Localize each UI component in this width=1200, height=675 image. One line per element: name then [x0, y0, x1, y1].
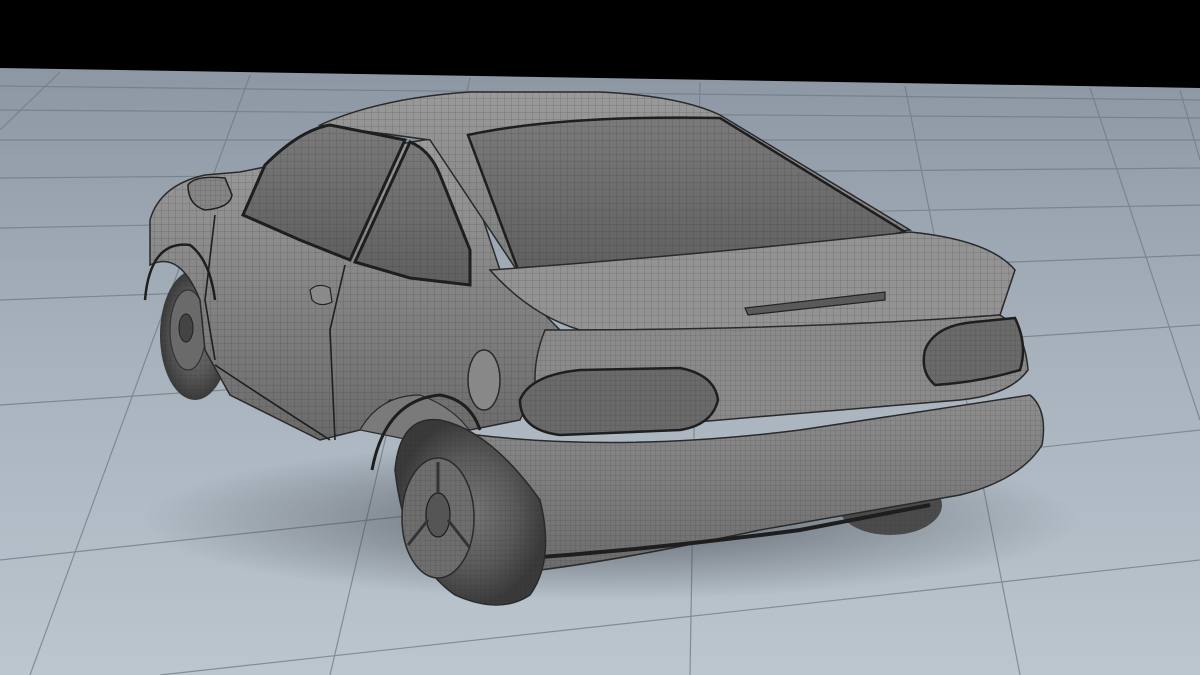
render-canvas — [0, 0, 1200, 675]
fuel-door — [467, 349, 501, 411]
render-viewport — [0, 0, 1200, 675]
side-mirror — [187, 176, 233, 211]
rear-left-hub — [425, 492, 451, 538]
door-handle — [309, 284, 333, 306]
